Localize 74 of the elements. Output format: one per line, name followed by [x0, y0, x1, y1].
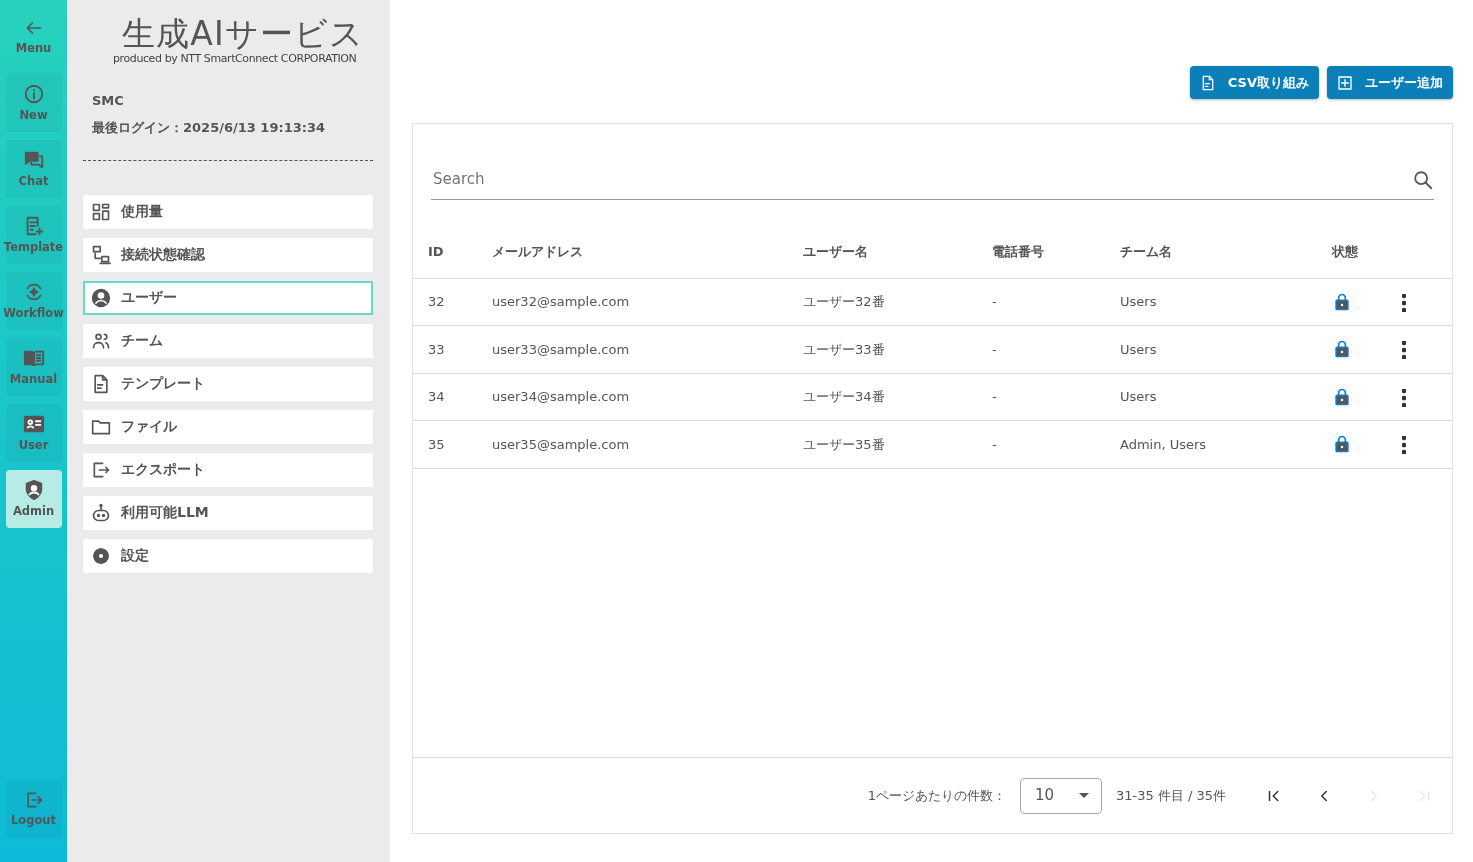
vertical-dots-icon	[1402, 388, 1406, 407]
table-cell: -	[977, 325, 1105, 373]
column-header: チーム名	[1105, 226, 1317, 278]
more-options-button[interactable]	[1402, 388, 1406, 407]
table-cell: -	[977, 420, 1105, 468]
rail-nav-item[interactable]: Template	[5, 206, 62, 264]
table-cell: 34	[413, 373, 477, 421]
table-cell: user33@sample.com	[477, 325, 788, 373]
more-options-button[interactable]	[1402, 436, 1406, 454]
sidebar-item[interactable]: ユーザー	[83, 280, 373, 315]
more-options-button[interactable]	[1402, 293, 1406, 312]
table-cell: Users	[1105, 325, 1317, 373]
table-cell: -	[977, 373, 1105, 421]
table-cell: user32@sample.com	[477, 278, 788, 326]
table-cell: 33	[413, 325, 477, 373]
last-login-text: 最後ログイン：2025/6/13 19:13:34	[92, 119, 326, 138]
table-cell: ユーザー32番	[788, 278, 977, 326]
page-range-text: 31-35 件目 / 35件	[1115, 786, 1226, 805]
lock-icon	[1332, 434, 1352, 455]
sidebar-item[interactable]: ファイル	[83, 409, 373, 444]
vertical-dots-icon	[1402, 436, 1406, 454]
connected-computers-icon	[91, 244, 111, 265]
table-cell: 32	[413, 278, 477, 326]
sidebar-item[interactable]: テンプレート	[83, 366, 373, 401]
table-cell: Users	[1105, 373, 1317, 421]
table-cell: -	[977, 278, 1105, 326]
dropdown-caret-icon	[1078, 793, 1089, 798]
table-cell: user35@sample.com	[477, 420, 788, 468]
table-cell: ユーザー33番	[788, 325, 977, 373]
organization-name: SMC	[92, 91, 125, 110]
lock-icon	[1332, 386, 1352, 407]
column-header: 状態	[1317, 226, 1387, 278]
column-header: 電話番号	[977, 226, 1105, 278]
info-icon	[22, 83, 45, 106]
sidebar-item[interactable]: 設定	[83, 538, 373, 573]
user-circle-icon	[91, 287, 111, 308]
table-cell: 35	[413, 420, 477, 468]
column-header: ユーザー名	[788, 226, 977, 278]
lock-icon	[1332, 291, 1352, 312]
table-cell: ユーザー35番	[788, 420, 977, 468]
logo-subtitle: produced by NTT SmartConnect CORPORATION	[113, 52, 357, 67]
sidebar-item[interactable]: エクスポート	[83, 452, 373, 487]
table-cell: ユーザー34番	[788, 373, 977, 421]
logo-title: 生成AIサービス	[121, 16, 365, 53]
sidebar-item[interactable]: チーム	[83, 323, 373, 358]
column-header: ID	[413, 226, 477, 278]
robot-icon	[91, 502, 111, 523]
lock-icon	[1332, 339, 1352, 360]
sidebar-item[interactable]: 接続状態確認	[83, 237, 373, 272]
more-options-button[interactable]	[1402, 341, 1406, 359]
add-user-button[interactable]: ユーザー追加	[1327, 66, 1453, 99]
grid-icon	[91, 201, 111, 222]
column-header: メールアドレス	[477, 226, 788, 278]
menu-back-button[interactable]: Menu	[5, 8, 62, 66]
csv-import-button[interactable]: CSV取り組み	[1189, 66, 1319, 99]
rail-nav-item[interactable]: Manual	[5, 338, 62, 396]
rail-nav-item[interactable]: Admin	[5, 470, 62, 528]
table-cell: Users	[1105, 278, 1317, 326]
vertical-dots-icon	[1402, 293, 1406, 312]
document-icon	[91, 373, 111, 394]
rail-nav-item[interactable]: Workflow	[5, 272, 62, 330]
table-cell: Admin, Users	[1105, 420, 1317, 468]
rail-nav-item[interactable]: User	[5, 404, 62, 462]
sidebar-item[interactable]: 利用可能LLM	[83, 495, 373, 530]
rail-nav-item[interactable]: New	[5, 74, 62, 132]
per-page-label: 1ページあたりの件数：	[867, 786, 1006, 805]
per-page-select[interactable]: 10	[1019, 777, 1102, 814]
table-cell: user34@sample.com	[477, 373, 788, 421]
plus-square-icon	[1337, 74, 1353, 91]
sidebar-item[interactable]: 使用量	[83, 194, 373, 229]
logout-button[interactable]: Logout	[5, 780, 62, 838]
vertical-dots-icon	[1402, 341, 1406, 359]
search-icon	[1412, 168, 1434, 191]
rail-nav-item[interactable]: Chat	[5, 140, 62, 198]
